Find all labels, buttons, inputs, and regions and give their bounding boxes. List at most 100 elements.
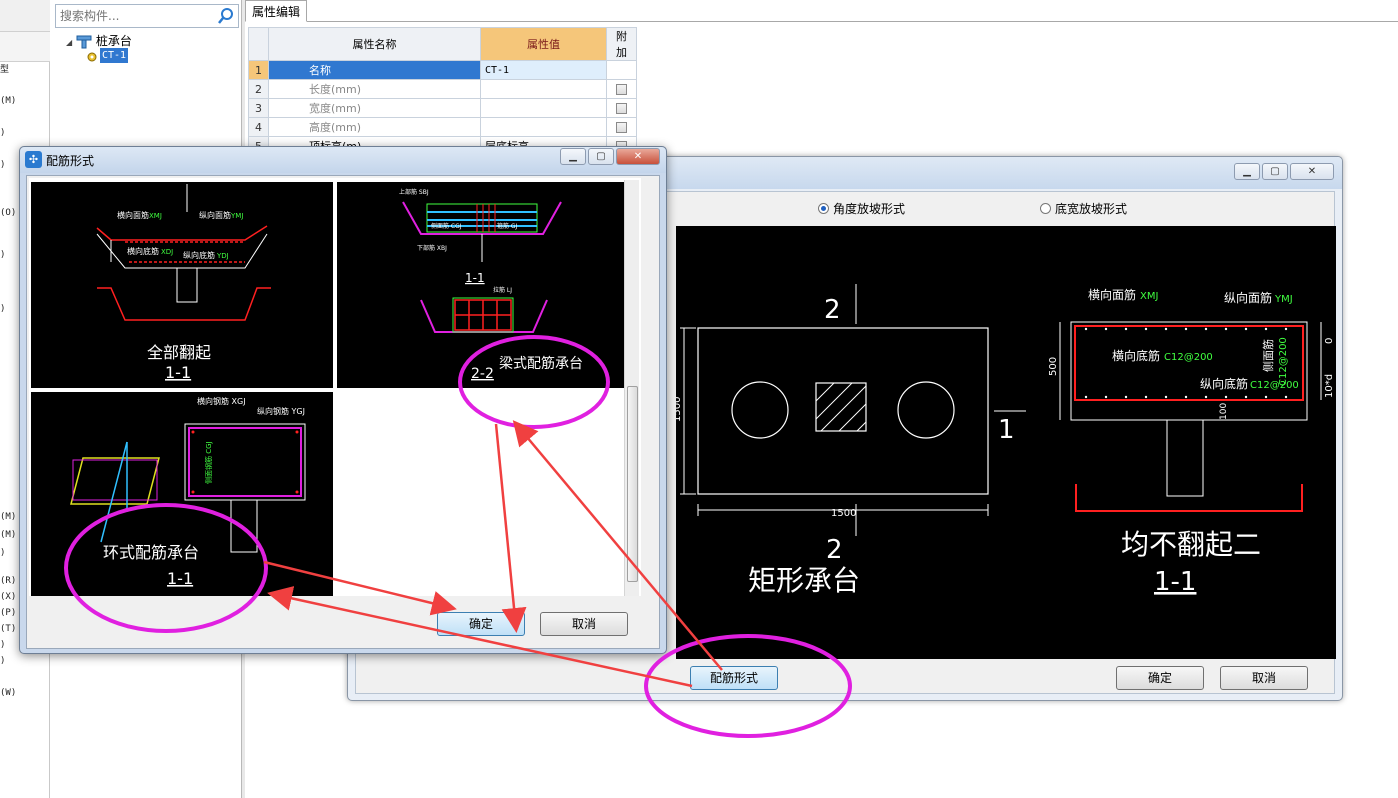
- property-name[interactable]: 长度(mm): [268, 79, 481, 99]
- maximize-icon: ▢: [596, 151, 606, 162]
- t1-subtitle: 1-1: [165, 363, 191, 382]
- app-icon: ✣: [25, 151, 42, 168]
- section-dim-height: 500: [1048, 357, 1059, 376]
- close-icon: ✕: [1307, 166, 1317, 177]
- left-strip-item[interactable]: ): [0, 160, 5, 170]
- section-dim-anchor: 10*d: [1324, 374, 1335, 398]
- dialog-titlebar: ✣ 配筋形式 ▁ ▢ ✕: [20, 147, 666, 173]
- t1-code: YDJ: [216, 252, 229, 260]
- radio-angle-label: 角度放坡形式: [833, 202, 906, 216]
- left-strip-item[interactable]: (M): [0, 512, 16, 522]
- t3-subtitle: 1-1: [167, 569, 193, 588]
- tree-node-root[interactable]: ◢ 桩承台: [66, 32, 132, 49]
- left-strip-item[interactable]: ): [0, 128, 5, 138]
- plan-dim-height: 1500: [676, 397, 683, 422]
- left-strip-item[interactable]: ): [0, 656, 5, 666]
- radio-bottom-label: 底宽放坡形式: [1055, 202, 1128, 216]
- left-strip-item[interactable]: ): [0, 548, 5, 558]
- thumb-ring-rebar[interactable]: 横向钢筋 XGJ 纵向钢筋 YGJ 侧面钢筋 CGJ 环式配筋承台 1-1: [31, 392, 333, 596]
- property-name[interactable]: 宽度(mm): [268, 98, 481, 118]
- table-row[interactable]: 3 宽度(mm): [248, 98, 637, 118]
- left-strip-band: [0, 32, 50, 62]
- rebar-form-gallery: 横向面筋 XMJ 纵向面筋 YMJ 横向底筋 XDJ 纵向底筋 YDJ 全部翻起…: [29, 178, 641, 596]
- tree-root-label: 桩承台: [95, 34, 132, 48]
- left-strip-item[interactable]: (X): [0, 592, 16, 602]
- minimize-button[interactable]: ▁: [1234, 163, 1260, 180]
- gallery-scrollbar[interactable]: [624, 180, 639, 596]
- radio-angle-slope[interactable]: 角度放坡形式: [818, 200, 905, 217]
- left-strip-item[interactable]: (M): [0, 530, 16, 540]
- property-value[interactable]: CT-1: [480, 60, 607, 80]
- close-icon: ✕: [633, 151, 643, 162]
- t2-code: 拉筋 LJ: [493, 286, 512, 294]
- rebar-form-button[interactable]: 配筋形式: [690, 666, 778, 690]
- pile-cap-drawing-canvas: 2 2 1 1500 1500 矩形承台 横向面筋 XMJ 纵向面筋 YMJ 横…: [676, 226, 1336, 659]
- tab-property-edit[interactable]: 属性编辑: [245, 0, 308, 22]
- plan-section-right: 1: [998, 415, 1015, 445]
- t2-code: 上部筋 SBJ: [399, 188, 429, 196]
- thumb-full-bend[interactable]: 横向面筋 XMJ 纵向面筋 YMJ 横向底筋 XDJ 纵向底筋 YDJ 全部翻起…: [31, 182, 333, 388]
- property-name[interactable]: 名称: [268, 60, 481, 80]
- left-strip-item[interactable]: 型: [0, 62, 9, 75]
- left-strip-item[interactable]: (O): [0, 208, 16, 218]
- radio-bottom-width-slope[interactable]: 底宽放坡形式: [1040, 200, 1127, 217]
- tree-node-ct1[interactable]: CT-1: [100, 48, 129, 63]
- thumb-beam-rebar[interactable]: 1-1 上部筋 SBJ 下部筋 XBJ 侧面筋 CGJ 箍筋 GJ 拉筋 LJ …: [337, 182, 639, 388]
- maximize-button[interactable]: ▢: [1262, 163, 1288, 180]
- t2-code: 下部筋 XBJ: [417, 244, 447, 252]
- maximize-button[interactable]: ▢: [588, 148, 614, 165]
- left-strip-item[interactable]: ): [0, 304, 5, 314]
- left-strip-item[interactable]: (T): [0, 624, 16, 634]
- close-button[interactable]: ✕: [616, 148, 660, 165]
- extra-checkbox[interactable]: [616, 103, 627, 114]
- gear-icon: [87, 52, 97, 62]
- property-value[interactable]: [480, 79, 607, 99]
- extra-cell: [606, 98, 637, 118]
- close-button[interactable]: ✕: [1290, 163, 1334, 180]
- property-name[interactable]: 高度(mm): [268, 117, 481, 137]
- left-strip-item[interactable]: (P): [0, 608, 16, 618]
- collapse-triangle-icon[interactable]: ◢: [66, 38, 72, 47]
- t1-label: 横向底筋: [127, 246, 159, 256]
- search-icon[interactable]: [216, 6, 236, 26]
- search-input[interactable]: [56, 5, 206, 27]
- radio-selected-icon: [818, 203, 829, 214]
- table-row[interactable]: 1 名称 CT-1: [248, 60, 637, 80]
- extra-checkbox[interactable]: [616, 84, 627, 95]
- column-header-extra[interactable]: 附加: [606, 27, 637, 61]
- row-number: 2: [248, 79, 269, 99]
- property-value[interactable]: [480, 98, 607, 118]
- column-header-value[interactable]: 属性值: [480, 27, 607, 61]
- left-strip-item[interactable]: (W): [0, 688, 16, 698]
- plan-title: 矩形承台: [748, 564, 860, 597]
- t3-code: 侧面钢筋 CGJ: [204, 441, 213, 484]
- t3-code: 纵向钢筋 YGJ: [257, 406, 305, 416]
- cancel-button[interactable]: 取消: [1220, 666, 1308, 690]
- scrollbar-thumb[interactable]: [627, 386, 638, 582]
- minimize-button[interactable]: ▁: [560, 148, 586, 165]
- section-long-bottom-label: 纵向底筋: [1200, 376, 1248, 391]
- pile-cap-icon: [76, 35, 92, 48]
- t1-label: 纵向底筋: [183, 250, 215, 260]
- maximize-icon: ▢: [1270, 166, 1280, 177]
- section-top-code: XMJ: [1140, 291, 1158, 302]
- column-header-name[interactable]: 属性名称: [268, 27, 481, 61]
- left-strip-item[interactable]: ): [0, 250, 5, 260]
- left-strip-item[interactable]: (M): [0, 96, 16, 106]
- property-value[interactable]: [480, 117, 607, 137]
- section-title: 均不翻起二: [1121, 528, 1261, 561]
- ok-button[interactable]: 确定: [437, 612, 525, 636]
- extra-cell: [606, 60, 637, 80]
- section-dim-100: 100: [1219, 403, 1229, 420]
- table-row[interactable]: 2 长度(mm): [248, 79, 637, 99]
- section-long-bottom-code: C12@200: [1250, 380, 1299, 391]
- t2-subtitle-top: 1-1: [465, 271, 485, 285]
- left-strip-item[interactable]: (R): [0, 576, 16, 586]
- ok-button[interactable]: 确定: [1116, 666, 1204, 690]
- plan-dim-width: 1500: [831, 508, 856, 519]
- cancel-button[interactable]: 取消: [540, 612, 628, 636]
- extra-cell: [606, 79, 637, 99]
- left-strip-item[interactable]: ): [0, 640, 5, 650]
- extra-checkbox[interactable]: [616, 122, 627, 133]
- table-row[interactable]: 4 高度(mm): [248, 117, 637, 137]
